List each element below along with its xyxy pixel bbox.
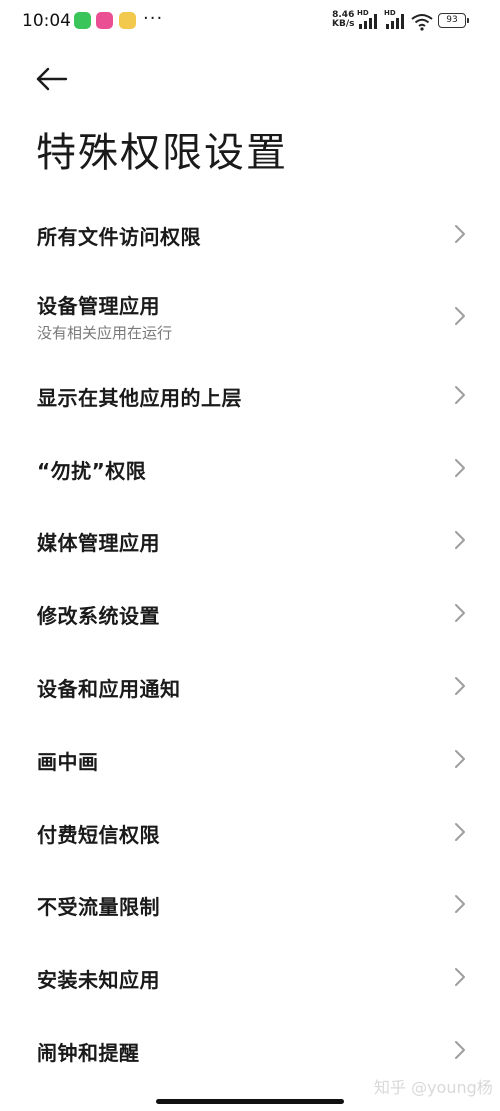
status-time: 10:04 (22, 11, 71, 31)
setting-label: 画中画 (37, 749, 99, 774)
setting-label: 修改系统设置 (37, 604, 160, 629)
chevron-right-icon (455, 968, 465, 987)
setting-unrestricted-data[interactable]: 不受流量限制 (0, 867, 500, 940)
signal-icon (359, 14, 377, 29)
setting-all-files-access[interactable]: 所有文件访问权限 (0, 197, 500, 270)
weibo-icon (119, 12, 136, 29)
battery-icon: 93 (438, 13, 469, 28)
setting-label: 显示在其他应用的上层 (37, 385, 242, 410)
home-indicator[interactable] (156, 1099, 344, 1104)
notification-app-icon (96, 12, 113, 29)
page-title: 特殊权限设置 (36, 130, 288, 176)
chevron-right-icon (455, 531, 465, 550)
setting-label: 设备管理应用 (37, 293, 160, 318)
setting-label: 设备和应用通知 (37, 676, 181, 701)
setting-label: 不受流量限制 (37, 895, 160, 920)
chevron-right-icon (455, 1040, 465, 1059)
setting-display-over-other-apps[interactable]: 显示在其他应用的上层 (0, 358, 500, 431)
setting-media-management-apps[interactable]: 媒体管理应用 (0, 503, 500, 576)
setting-label: 所有文件访问权限 (37, 225, 201, 249)
setting-subtitle: 没有相关应用在运行 (37, 323, 173, 342)
setting-label: 付费短信权限 (37, 822, 160, 847)
setting-label: 安装未知应用 (37, 968, 160, 993)
signal-icon (386, 14, 404, 29)
setting-picture-in-picture[interactable]: 画中画 (0, 722, 500, 795)
setting-install-unknown-apps[interactable]: 安装未知应用 (0, 940, 500, 1013)
chevron-right-icon (455, 225, 465, 243)
network-speed: 8.46 KB/s (332, 11, 354, 29)
status-bar: 10:04 ··· 8.46 KB/s HD HD 93 (0, 0, 500, 44)
chevron-right-icon (455, 458, 465, 477)
chevron-right-icon (455, 895, 465, 914)
more-notifications-icon: ··· (143, 8, 164, 29)
watermark: 知乎 @young杨 (374, 1078, 493, 1097)
chevron-right-icon (455, 385, 465, 404)
setting-premium-sms-access[interactable]: 付费短信权限 (0, 795, 500, 868)
wifi-icon (411, 14, 433, 31)
setting-label: 媒体管理应用 (37, 531, 160, 556)
chevron-right-icon (455, 676, 465, 695)
setting-do-not-disturb-access[interactable]: “勿扰”权限 (0, 431, 500, 504)
setting-device-admin-apps[interactable]: 设备管理应用 没有相关应用在运行 (0, 270, 500, 358)
chevron-right-icon (455, 306, 465, 325)
setting-label: “勿扰”权限 (37, 458, 147, 483)
chevron-right-icon (455, 604, 465, 623)
settings-list: 所有文件访问权限 设备管理应用 没有相关应用在运行 显示在其他应用的上层 “勿扰… (0, 197, 500, 1086)
setting-label: 闹钟和提醒 (37, 1040, 140, 1065)
setting-modify-system-settings[interactable]: 修改系统设置 (0, 576, 500, 649)
setting-device-and-app-notifications[interactable]: 设备和应用通知 (0, 649, 500, 722)
arrow-left-icon (36, 67, 68, 91)
chevron-right-icon (455, 822, 465, 841)
chevron-right-icon (455, 749, 465, 768)
network-speed-unit: KB/s (332, 19, 355, 29)
back-button[interactable] (34, 64, 70, 96)
wechat-icon (74, 12, 91, 29)
